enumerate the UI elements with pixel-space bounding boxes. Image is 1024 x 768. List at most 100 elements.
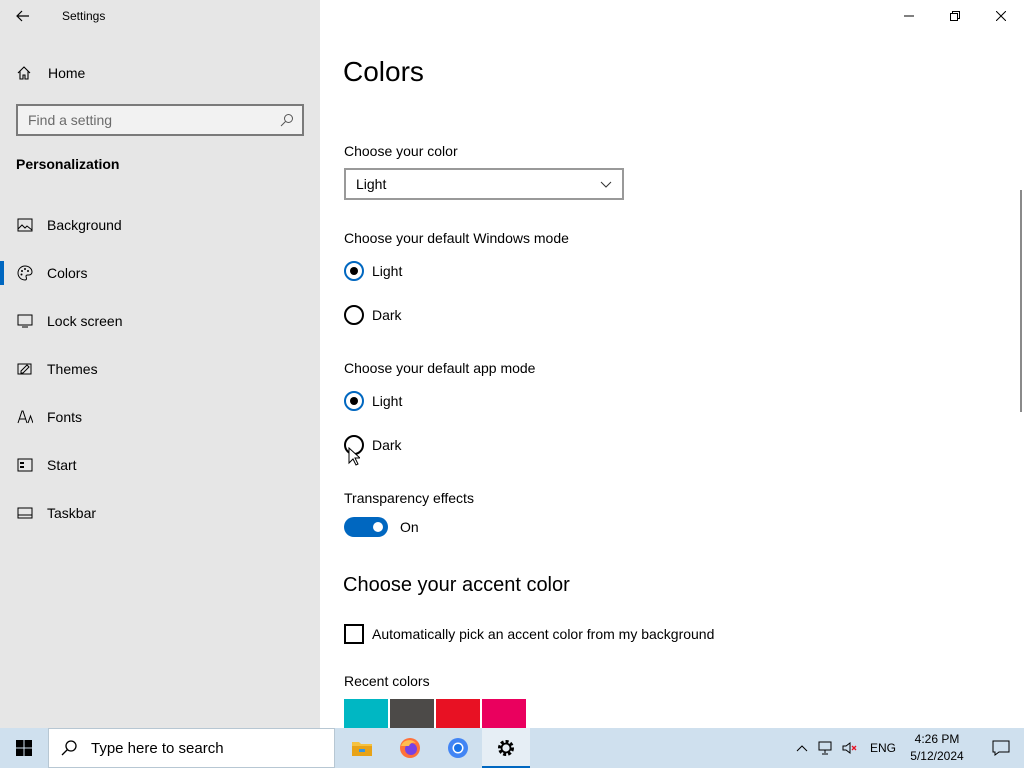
color-swatch[interactable] [436, 699, 480, 728]
sidebar-item-taskbar[interactable]: Taskbar [0, 489, 320, 537]
checkbox-label: Automatically pick an accent color from … [372, 626, 715, 642]
home-label: Home [48, 65, 86, 81]
sidebar-nav: Background Colors Lock screen Themes Fon… [0, 201, 320, 537]
radio-label: Dark [372, 307, 402, 323]
volume-button[interactable] [838, 728, 862, 768]
chrome-icon [448, 738, 468, 758]
mouse-cursor-icon [348, 447, 360, 466]
app-mode-label: Choose your default app mode [344, 360, 536, 376]
taskbar-settings[interactable] [482, 728, 530, 768]
minimize-icon [904, 15, 914, 17]
show-hidden-icons-button[interactable] [790, 728, 814, 768]
taskbar-search-placeholder: Type here to search [91, 739, 224, 757]
auto-accent-checkbox[interactable]: Automatically pick an accent color from … [344, 624, 714, 644]
accent-heading: Choose your accent color [343, 574, 570, 596]
radio-circle [344, 305, 364, 325]
taskbar-search[interactable]: Type here to search [48, 728, 335, 768]
color-swatch[interactable] [390, 699, 434, 728]
windows-logo-icon [16, 740, 32, 756]
back-arrow-icon [16, 10, 29, 22]
color-swatch[interactable] [344, 699, 388, 728]
recent-colors [344, 699, 526, 728]
sidebar-item-lock-screen[interactable]: Lock screen [0, 297, 320, 345]
clock-time: 4:26 PM [914, 732, 960, 746]
sidebar-item-label: Background [47, 217, 122, 233]
title-bar: Settings [0, 0, 320, 32]
palette-icon [16, 264, 34, 282]
language-indicator[interactable]: ENG [870, 741, 896, 755]
taskbar-icon [16, 504, 34, 522]
chevron-down-icon [600, 181, 612, 188]
checkbox-box[interactable] [344, 624, 364, 644]
transparency-label: Transparency effects [344, 490, 474, 506]
sidebar-item-fonts[interactable]: Fonts [0, 393, 320, 441]
file-explorer-icon [352, 742, 372, 756]
firefox-icon [400, 738, 420, 758]
sidebar-item-label: Start [47, 457, 77, 473]
minimize-button[interactable] [886, 0, 932, 32]
search-input[interactable] [28, 112, 280, 128]
restore-button[interactable] [932, 0, 978, 32]
sidebar-item-label: Lock screen [47, 313, 123, 329]
notification-icon [992, 740, 1010, 756]
start-button[interactable] [0, 728, 48, 768]
back-button[interactable] [0, 0, 46, 32]
app-mode-light-radio[interactable]: Light [344, 391, 402, 411]
network-icon [818, 741, 832, 755]
color-swatch[interactable] [482, 699, 526, 728]
clock[interactable]: 4:26 PM 5/12/2024 [904, 731, 970, 765]
radio-circle [344, 261, 364, 281]
system-tray: ENG 4:26 PM 5/12/2024 [790, 728, 1024, 768]
section-title: Personalization [16, 156, 120, 172]
taskbar: Type here to search ENG 4:26 PM 5/12/202… [0, 728, 1024, 768]
choose-color-label: Choose your color [344, 143, 458, 159]
windows-mode-label: Choose your default Windows mode [344, 230, 569, 246]
network-button[interactable] [814, 728, 838, 768]
toggle-state: On [400, 519, 419, 535]
sidebar-item-label: Fonts [47, 409, 83, 425]
sidebar-item-label: Themes [47, 361, 98, 377]
sidebar-item-label: Taskbar [47, 505, 97, 521]
sidebar-item-background[interactable]: Background [0, 201, 320, 249]
themes-icon [16, 360, 34, 378]
search-icon [61, 740, 77, 756]
restore-icon [950, 11, 960, 21]
sidebar-item-colors[interactable]: Colors [0, 249, 320, 297]
taskbar-apps [338, 728, 530, 768]
app-title: Settings [62, 9, 106, 23]
radio-label: Dark [372, 437, 402, 453]
taskbar-chrome[interactable] [434, 728, 482, 768]
windows-mode-light-radio[interactable]: Light [344, 261, 402, 281]
settings-search[interactable] [16, 104, 304, 136]
volume-muted-icon [842, 742, 857, 754]
page-title: Colors [343, 56, 424, 87]
scrollbar[interactable] [1020, 190, 1022, 412]
sidebar-item-start[interactable]: Start [0, 441, 320, 489]
lock-screen-icon [16, 312, 34, 330]
radio-label: Light [372, 263, 403, 279]
recent-colors-label: Recent colors [344, 673, 430, 689]
search-icon [280, 114, 293, 127]
picture-icon [16, 216, 34, 234]
close-icon [996, 11, 1006, 21]
action-center-button[interactable] [978, 728, 1024, 768]
sidebar-item-themes[interactable]: Themes [0, 345, 320, 393]
taskbar-firefox[interactable] [386, 728, 434, 768]
clock-date: 5/12/2024 [910, 749, 964, 763]
home-link[interactable]: Home [16, 60, 85, 86]
windows-mode-dark-radio[interactable]: Dark [344, 305, 402, 325]
transparency-toggle[interactable]: On [344, 517, 419, 537]
close-button[interactable] [978, 0, 1024, 32]
radio-circle [344, 391, 364, 411]
start-icon [16, 456, 34, 474]
chevron-up-icon [796, 744, 808, 751]
home-icon [17, 66, 31, 80]
taskbar-file-explorer[interactable] [338, 728, 386, 768]
sidebar-item-label: Colors [47, 265, 88, 281]
choose-color-dropdown[interactable]: Light [344, 168, 624, 200]
toggle-switch[interactable] [344, 517, 388, 537]
main-content: Colors Choose your color Light Choose yo… [320, 32, 1020, 728]
settings-gear-icon [498, 740, 514, 756]
window-controls [886, 0, 1024, 32]
fonts-icon [16, 408, 34, 426]
